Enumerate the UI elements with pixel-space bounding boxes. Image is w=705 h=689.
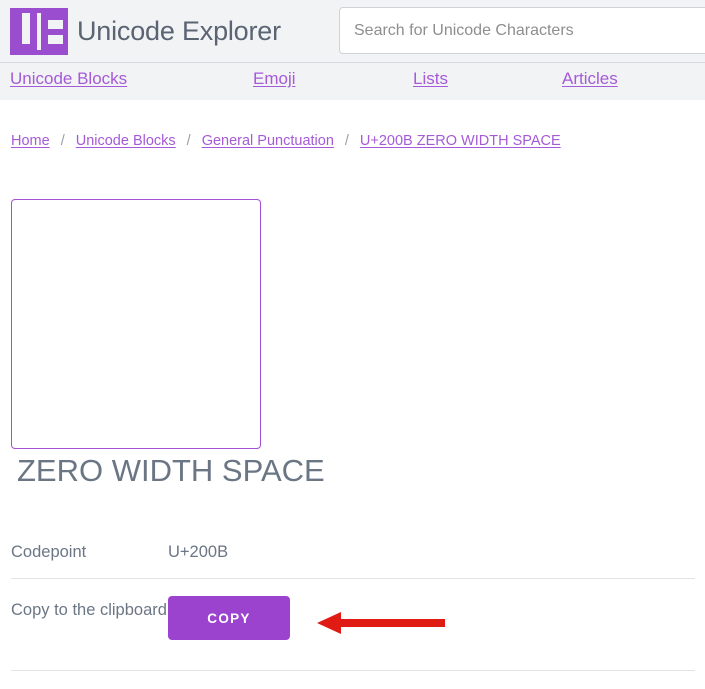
- search-input[interactable]: [339, 7, 705, 54]
- property-value-codepoint: U+200B: [168, 543, 229, 561]
- breadcrumb-item-unicode-blocks[interactable]: Unicode Blocks: [76, 133, 176, 149]
- row-divider: [11, 670, 695, 671]
- nav-item-unicode-blocks[interactable]: Unicode Blocks: [10, 69, 127, 89]
- breadcrumb-separator: /: [60, 133, 65, 149]
- nav-item-articles[interactable]: Articles: [562, 69, 618, 89]
- brand-link[interactable]: Unicode Explorer: [10, 7, 281, 55]
- breadcrumb-item-current-character[interactable]: U+200B ZERO WIDTH SPACE: [360, 133, 561, 149]
- unicode-explorer-logo-icon: [10, 7, 68, 55]
- nav-item-lists[interactable]: Lists: [413, 69, 448, 89]
- site-header: Unicode Explorer: [0, 0, 705, 62]
- page-root: Unicode Explorer Unicode Blocks Emoji Li…: [0, 0, 705, 689]
- character-preview-box: [11, 199, 261, 449]
- main-navigation: Unicode Blocks Emoji Lists Articles: [0, 62, 705, 100]
- property-label: Codepoint: [11, 543, 87, 561]
- copy-row-label: Copy to the clipboard: [11, 601, 167, 619]
- property-row-copy-to-clipboard: Copy to the clipboard COPY: [11, 596, 695, 640]
- copy-button[interactable]: COPY: [168, 596, 290, 640]
- nav-item-emoji[interactable]: Emoji: [253, 69, 296, 89]
- search-field-wrapper: [339, 7, 705, 54]
- breadcrumb: Home / Unicode Blocks / General Punctuat…: [11, 133, 561, 149]
- breadcrumb-separator: /: [344, 133, 349, 149]
- breadcrumb-item-general-punctuation[interactable]: General Punctuation: [202, 133, 334, 149]
- breadcrumb-separator: /: [186, 133, 191, 149]
- row-divider: [11, 578, 695, 579]
- copy-button-cell: COPY: [168, 596, 290, 640]
- page-title: ZERO WIDTH SPACE: [17, 453, 325, 488]
- property-row-codepoint: Codepoint U+200B: [11, 538, 695, 566]
- brand-title: Unicode Explorer: [77, 15, 281, 46]
- breadcrumb-item-home[interactable]: Home: [11, 133, 50, 149]
